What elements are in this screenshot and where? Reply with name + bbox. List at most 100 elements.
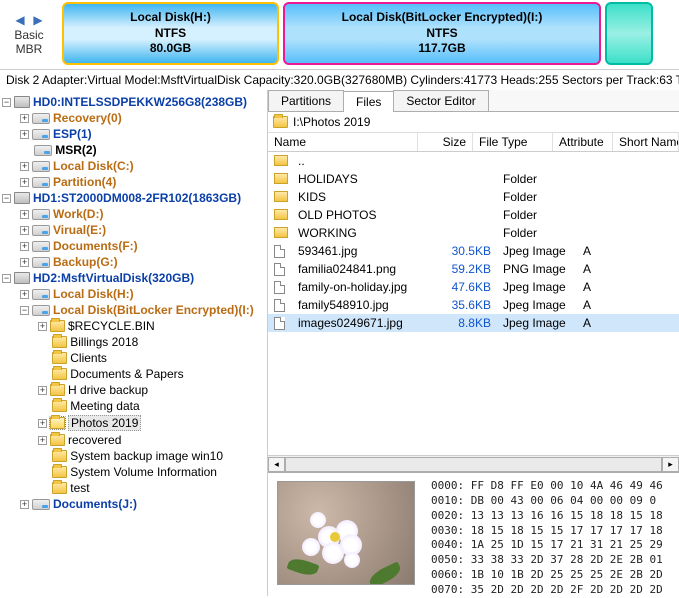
col-name[interactable]: Name [268, 133, 418, 151]
forward-button[interactable]: ▶ [31, 13, 45, 27]
tree-meeting[interactable]: Meeting data [38, 398, 265, 414]
tree-hd1[interactable]: −HD1:ST2000DM008-2FR102(1863GB) [2, 190, 265, 206]
file-row[interactable]: familia024841.png59.2KBPNG ImageA [268, 260, 679, 278]
file-icon [274, 281, 285, 294]
col-attr[interactable]: Attribute [553, 133, 613, 151]
drive-icon [32, 499, 50, 510]
tab-bar: Partitions Files Sector Editor [268, 90, 679, 112]
file-icon [274, 317, 285, 330]
drive-icon [32, 161, 50, 172]
tab-partitions[interactable]: Partitions [268, 90, 344, 111]
partition-h-size: 80.0GB [150, 41, 191, 57]
hex-dump[interactable]: 0000: FF D8 FF E0 00 10 4A 46 49 46 0010… [423, 473, 679, 596]
nav-mbr-label: MBR [16, 43, 43, 56]
scroll-right-button[interactable]: ▸ [662, 457, 679, 472]
partition-i-name: Local Disk(BitLocker Encrypted)(I:) [342, 10, 543, 26]
disk-map: Local Disk(H:) NTFS 80.0GB Local Disk(Bi… [58, 0, 679, 69]
col-type[interactable]: File Type [473, 133, 553, 151]
tree-hd2[interactable]: −HD2:MsftVirtualDisk(320GB) [2, 270, 265, 286]
file-row-selected[interactable]: images0249671.jpg8.8KBJpeg ImageA [268, 314, 679, 332]
disk-icon [14, 272, 30, 284]
file-icon [274, 263, 285, 276]
tree-hd0[interactable]: −HD0:INTELSSDPEKKW256G8(238GB) [2, 94, 265, 110]
folder-icon [52, 368, 67, 380]
file-icon [274, 299, 285, 312]
scroll-track[interactable] [285, 457, 662, 472]
tree-workd[interactable]: +Work(D:) [20, 206, 265, 222]
folder-icon [274, 209, 288, 220]
drive-icon [32, 113, 50, 124]
scroll-left-button[interactable]: ◂ [268, 457, 285, 472]
tree-localh[interactable]: +Local Disk(H:) [20, 286, 265, 302]
partition-block-next[interactable] [605, 2, 653, 65]
col-short[interactable]: Short Name [613, 133, 679, 151]
file-row[interactable]: HOLIDAYSFolder [268, 170, 679, 188]
drive-icon [32, 209, 50, 220]
tree-clients[interactable]: Clients [38, 350, 265, 366]
disk-icon [14, 96, 30, 108]
folder-icon [50, 384, 65, 396]
drive-icon [32, 289, 50, 300]
drive-icon [32, 225, 50, 236]
tree-viruale[interactable]: +Virual(E:) [20, 222, 265, 238]
tree-test[interactable]: test [38, 480, 265, 496]
folder-icon [52, 466, 67, 478]
tree-recycle[interactable]: +$RECYCLE.BIN [38, 318, 265, 334]
tab-sector-editor[interactable]: Sector Editor [393, 90, 488, 111]
folder-icon [52, 336, 67, 348]
tree-photos[interactable]: +Photos 2019 [38, 414, 265, 432]
folder-icon [52, 400, 67, 412]
disk-info-bar: Disk 2 Adapter:Virtual Model:MsftVirtual… [0, 70, 679, 90]
file-row[interactable]: family548910.jpg35.6KBJpeg ImageA [268, 296, 679, 314]
tree-msr[interactable]: MSR(2) [20, 142, 265, 158]
tree-locali[interactable]: −Local Disk(BitLocker Encrypted)(I:) [20, 302, 265, 318]
disk-tree[interactable]: −HD0:INTELSSDPEKKW256G8(238GB) +Recovery… [0, 90, 268, 596]
drive-icon [34, 145, 52, 156]
tree-recovery[interactable]: +Recovery(0) [20, 110, 265, 126]
file-icon [274, 245, 285, 258]
tree-recovered[interactable]: +recovered [38, 432, 265, 448]
tab-files[interactable]: Files [343, 91, 394, 112]
tree-docj[interactable]: +Documents(J:) [20, 496, 265, 512]
folder-icon [274, 155, 288, 166]
disk-icon [14, 192, 30, 204]
folder-icon [273, 116, 288, 128]
partition-h-fs: NTFS [155, 26, 186, 42]
drive-icon [32, 305, 50, 316]
tree-sysbackup[interactable]: System backup image win10 [38, 448, 265, 464]
file-row[interactable]: OLD PHOTOSFolder [268, 206, 679, 224]
partition-block-i[interactable]: Local Disk(BitLocker Encrypted)(I:) NTFS… [283, 2, 601, 65]
file-row[interactable]: 593461.jpg30.5KBJpeg ImageA [268, 242, 679, 260]
drive-icon [32, 241, 50, 252]
current-path: I:\Photos 2019 [293, 115, 370, 129]
file-row[interactable]: family-on-holiday.jpg47.6KBJpeg ImageA [268, 278, 679, 296]
folder-icon [52, 482, 67, 494]
folder-icon [274, 173, 288, 184]
file-row[interactable]: KIDSFolder [268, 188, 679, 206]
file-list-header: Name Size File Type Attribute Short Name [268, 133, 679, 152]
tree-docf[interactable]: +Documents(F:) [20, 238, 265, 254]
folder-icon [50, 320, 65, 332]
tree-hdrive[interactable]: +H drive backup [38, 382, 265, 398]
drive-icon [32, 129, 50, 140]
back-button[interactable]: ◀ [13, 13, 27, 27]
file-list[interactable]: .. HOLIDAYSFolder KIDSFolder OLD PHOTOSF… [268, 152, 679, 332]
preview-pane: 0000: FF D8 FF E0 00 10 4A 46 49 46 0010… [268, 472, 679, 596]
tree-esp[interactable]: +ESP(1) [20, 126, 265, 142]
tree-svi[interactable]: System Volume Information [38, 464, 265, 480]
horizontal-scrollbar[interactable]: ◂ ▸ [268, 455, 679, 472]
partition-h-name: Local Disk(H:) [130, 10, 211, 26]
partition-block-h[interactable]: Local Disk(H:) NTFS 80.0GB [62, 2, 279, 65]
folder-icon [50, 417, 65, 429]
tree-docs[interactable]: Documents & Papers [38, 366, 265, 382]
folder-icon [274, 191, 288, 202]
file-row-up[interactable]: .. [268, 152, 679, 170]
path-bar[interactable]: I:\Photos 2019 [268, 112, 679, 133]
tree-localc[interactable]: +Local Disk(C:) [20, 158, 265, 174]
tree-partition4[interactable]: +Partition(4) [20, 174, 265, 190]
col-size[interactable]: Size [418, 133, 473, 151]
file-row[interactable]: WORKINGFolder [268, 224, 679, 242]
folder-icon [50, 434, 65, 446]
tree-billings[interactable]: Billings 2018 [38, 334, 265, 350]
tree-backupg[interactable]: +Backup(G:) [20, 254, 265, 270]
